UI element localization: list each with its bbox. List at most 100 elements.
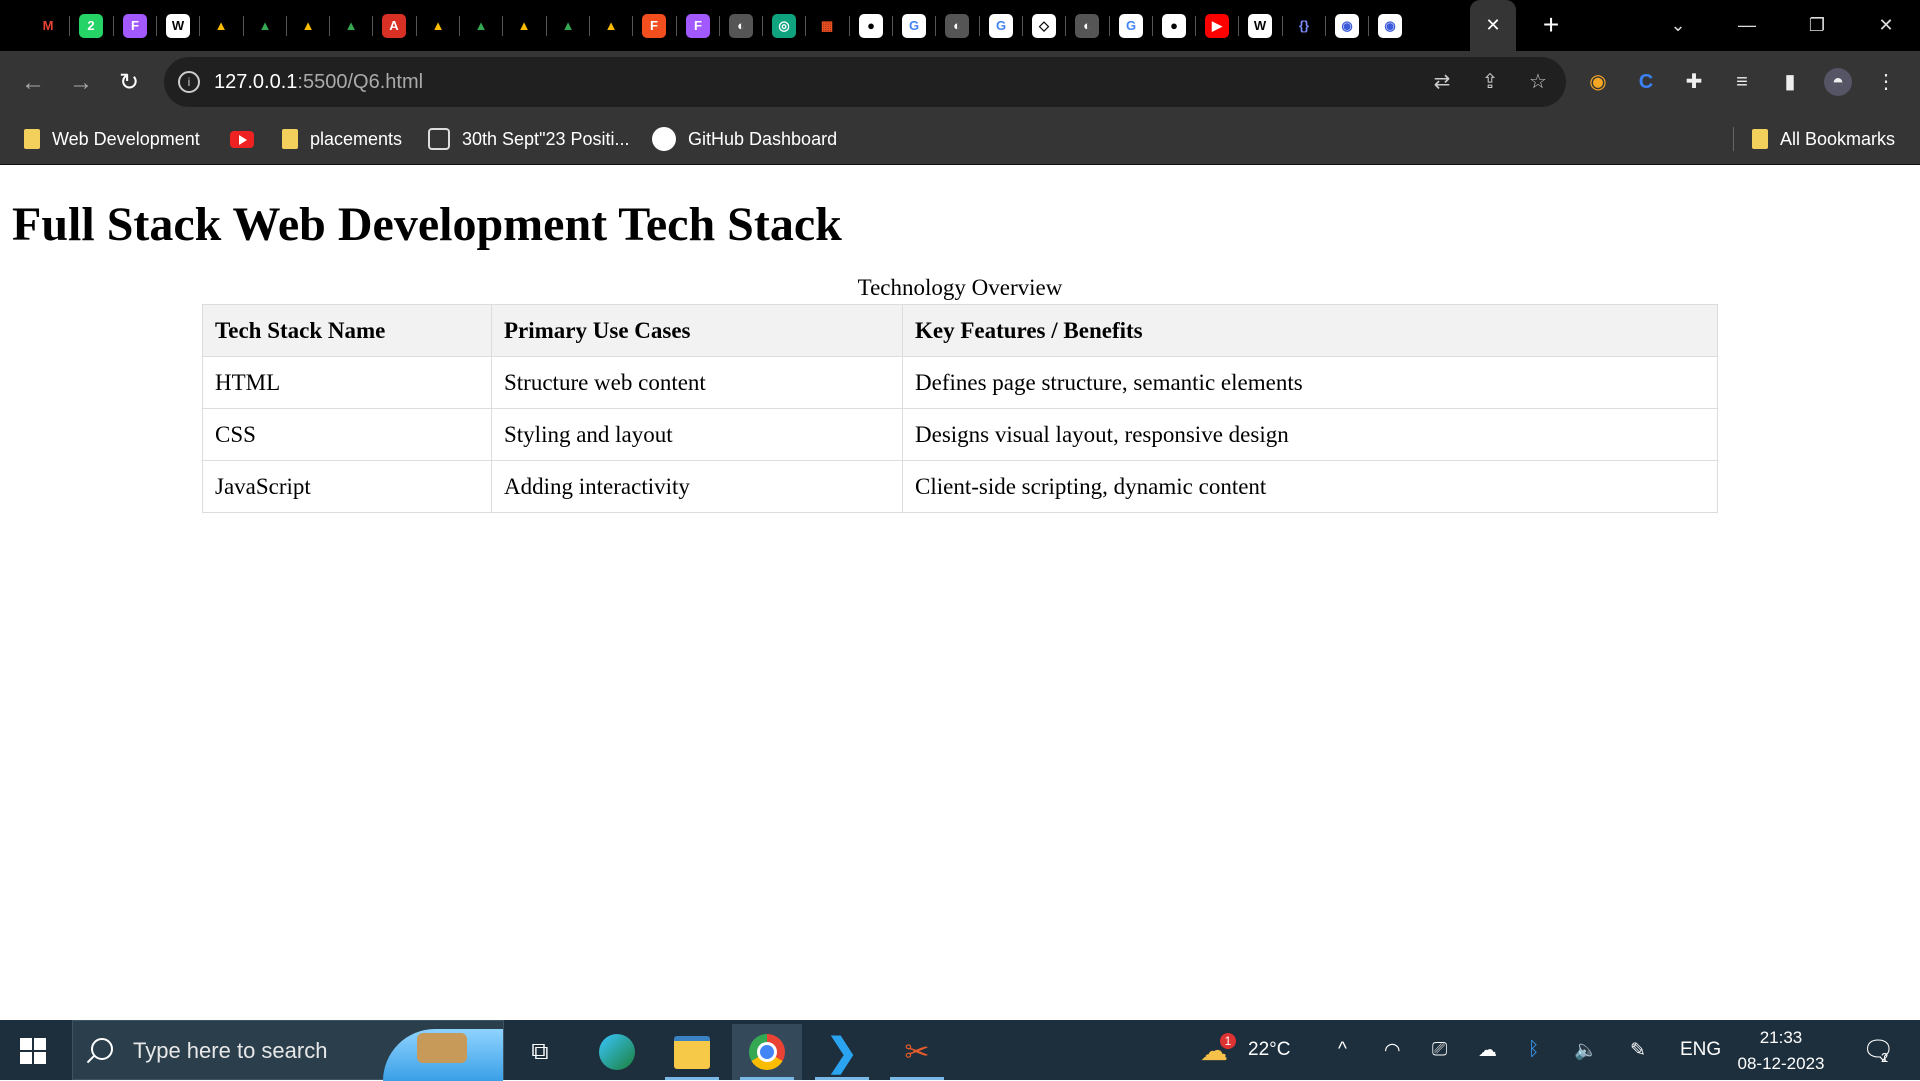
table-cell: Defines page structure, semantic element… bbox=[902, 356, 1718, 409]
extension-c-icon[interactable]: C bbox=[1632, 68, 1660, 96]
back-icon[interactable]: ← bbox=[18, 68, 48, 98]
browser-tab[interactable]: ▲ bbox=[548, 0, 588, 51]
notification-center-icon[interactable]: 🗨 2 bbox=[1862, 1020, 1895, 1080]
web-page: Full Stack Web Development Tech Stack Te… bbox=[0, 165, 1920, 1020]
forward-icon[interactable]: → bbox=[66, 68, 96, 98]
browser-tab[interactable]: ◐ bbox=[721, 0, 761, 51]
bookmark-web-development[interactable]: Web Development bbox=[24, 114, 200, 164]
bookmark-star-icon[interactable]: ☆ bbox=[1526, 70, 1550, 94]
firebase-icon: ◉ bbox=[1378, 13, 1402, 38]
close-tab-icon[interactable]: ✕ bbox=[1485, 15, 1500, 36]
browser-tab[interactable]: ◉ bbox=[1370, 0, 1410, 51]
meet-now-icon[interactable]: ⎚ bbox=[1432, 1020, 1447, 1080]
figma-icon: F bbox=[123, 13, 147, 38]
browser-tab[interactable]: ▲ bbox=[504, 0, 544, 51]
side-panel-icon[interactable]: ▮ bbox=[1776, 68, 1804, 96]
bookmark-placements[interactable]: placements bbox=[282, 114, 402, 164]
profile-avatar[interactable]: ◓ bbox=[1824, 68, 1852, 96]
browser-tab[interactable]: ◇ bbox=[1024, 0, 1064, 51]
restore-icon[interactable]: ❐ bbox=[1797, 10, 1837, 40]
vscode-icon[interactable]: ❯ bbox=[807, 1024, 877, 1080]
all-bookmarks-button[interactable]: All Bookmarks bbox=[1752, 114, 1895, 164]
close-window-icon[interactable]: ✕ bbox=[1866, 10, 1906, 40]
table-row: JavaScript Adding interactivity Client-s… bbox=[202, 460, 1718, 513]
browser-tab[interactable]: ▲ bbox=[288, 0, 328, 51]
browser-tab[interactable]: ▲ bbox=[591, 0, 631, 51]
browser-tab[interactable]: ▲ bbox=[461, 0, 501, 51]
browser-tab[interactable]: ◐ bbox=[937, 0, 977, 51]
browser-tab[interactable]: ◎ bbox=[764, 0, 804, 51]
tab-separator bbox=[1022, 16, 1023, 36]
browser-tab[interactable]: ▲ bbox=[418, 0, 458, 51]
column-header-tech-stack-name: Tech Stack Name bbox=[202, 304, 492, 357]
tab-separator bbox=[849, 16, 850, 36]
browser-tab[interactable]: {} bbox=[1284, 0, 1324, 51]
browser-tab[interactable]: ▲ bbox=[245, 0, 285, 51]
share-icon[interactable]: ⇪ bbox=[1478, 70, 1502, 94]
weather-badge: 1 bbox=[1220, 1033, 1236, 1049]
chrome-icon[interactable] bbox=[732, 1024, 802, 1080]
browser-tab[interactable]: 2 bbox=[71, 0, 111, 51]
browser-tab[interactable]: G bbox=[981, 0, 1021, 51]
edge-icon[interactable] bbox=[582, 1024, 652, 1080]
tech-stack-table: Technology Overview Tech Stack Name Prim… bbox=[202, 275, 1718, 513]
browser-tab[interactable]: ● bbox=[851, 0, 891, 51]
extensions-puzzle-icon[interactable]: ✚ bbox=[1680, 68, 1708, 96]
browser-tab[interactable]: A bbox=[374, 0, 414, 51]
browser-tab[interactable]: F bbox=[115, 0, 155, 51]
tab-separator bbox=[1368, 16, 1369, 36]
browser-tab[interactable]: ◐ bbox=[1067, 0, 1107, 51]
url-text[interactable]: 127.0.0.1:5500/Q6.html bbox=[214, 71, 423, 94]
menu-kebab-icon[interactable]: ⋮ bbox=[1872, 68, 1900, 96]
notification-count: 2 bbox=[1881, 1049, 1889, 1065]
reading-list-icon[interactable]: ≡ bbox=[1728, 68, 1756, 96]
browser-tab[interactable]: ▦ bbox=[807, 0, 847, 51]
taskbar-search[interactable]: Type here to search bbox=[72, 1020, 504, 1081]
windows-start-icon[interactable] bbox=[20, 1038, 46, 1064]
wifi-icon[interactable]: ◠ bbox=[1384, 1020, 1401, 1080]
browser-tab[interactable]: F bbox=[678, 0, 718, 51]
browser-tab[interactable]: G bbox=[894, 0, 934, 51]
show-hidden-icons-chevron[interactable]: ^ bbox=[1338, 1020, 1347, 1080]
google-drive-icon: ▲ bbox=[426, 13, 450, 38]
snipping-tool-icon[interactable]: ✂ bbox=[882, 1024, 952, 1080]
browser-tab[interactable]: ▶ bbox=[1197, 0, 1237, 51]
site-info-icon[interactable]: i bbox=[178, 71, 200, 93]
language-indicator[interactable]: ENG bbox=[1680, 1020, 1721, 1080]
browser-tab[interactable]: ▲ bbox=[201, 0, 241, 51]
browser-tab[interactable]: G bbox=[1111, 0, 1151, 51]
google-drive-icon: ▲ bbox=[296, 13, 320, 38]
browser-tab[interactable]: ◉ bbox=[1327, 0, 1367, 51]
tab-separator bbox=[502, 16, 503, 36]
table-cell: JavaScript bbox=[202, 460, 492, 513]
weather-widget[interactable]: ☁ 1 22°C bbox=[1200, 1020, 1290, 1080]
browser-tab[interactable]: W bbox=[1240, 0, 1280, 51]
taskbar-clock[interactable]: 21:33 08-12-2023 bbox=[1726, 1025, 1836, 1077]
tab-search-icon[interactable]: ⌄ bbox=[1658, 10, 1698, 40]
pen-icon[interactable]: ✎ bbox=[1630, 1020, 1646, 1080]
table-cell: Client-side scripting, dynamic content bbox=[902, 460, 1718, 513]
volume-icon[interactable]: 🔈 bbox=[1574, 1020, 1598, 1080]
bookmark-github-dashboard[interactable]: GitHub Dashboard bbox=[652, 114, 837, 164]
translate-icon[interactable]: ⇄ bbox=[1430, 70, 1454, 94]
browser-tab[interactable]: F bbox=[634, 0, 674, 51]
bluetooth-icon[interactable]: ᛒ bbox=[1528, 1020, 1539, 1080]
tab-separator bbox=[199, 16, 200, 36]
extension-icon[interactable]: ◉ bbox=[1584, 68, 1612, 96]
active-tab[interactable]: ✕ bbox=[1470, 0, 1516, 51]
bookmark-youtube[interactable] bbox=[230, 114, 254, 164]
browser-tab[interactable]: M bbox=[28, 0, 68, 51]
bookmark-30th-sept[interactable]: 30th Sept"23 Positi... bbox=[428, 114, 630, 164]
onedrive-icon[interactable]: ☁ bbox=[1478, 1020, 1497, 1080]
tab-strip: M 2 F W ▲ ▲ ▲ ▲ A ▲ ▲ ▲ ▲ ▲ F F ◐ ◎ ▦ ● G ◐ G ◇ ◐ G ● ▶ W{} ◉ ◉ ✕ + ⌄ … bbox=[0, 0, 1920, 51]
task-view-icon[interactable]: ⧉ bbox=[505, 1024, 575, 1080]
reload-icon[interactable]: ↻ bbox=[114, 68, 144, 98]
file-explorer-icon[interactable] bbox=[657, 1024, 727, 1080]
browser-tab[interactable]: ▲ bbox=[331, 0, 371, 51]
browser-tab[interactable]: ● bbox=[1154, 0, 1194, 51]
address-bar[interactable]: i 127.0.0.1:5500/Q6.html ⇄ ⇪ ☆ bbox=[164, 57, 1566, 107]
new-tab-button[interactable]: + bbox=[1536, 10, 1566, 40]
tab-separator bbox=[805, 16, 806, 36]
minimize-icon[interactable]: — bbox=[1727, 10, 1767, 40]
browser-tab[interactable]: W bbox=[158, 0, 198, 51]
